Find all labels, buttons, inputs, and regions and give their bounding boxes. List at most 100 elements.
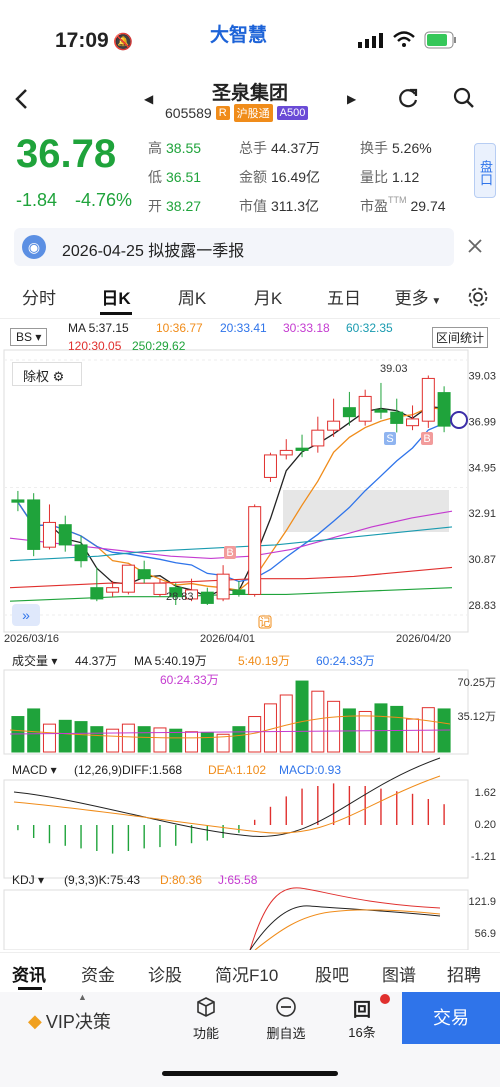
refresh-icon[interactable] [396, 86, 420, 115]
volume-dropdown[interactable]: 成交量 ▾ [12, 652, 57, 669]
pe-row: 市盈TTM 29.74 [360, 195, 446, 216]
function-button[interactable]: 功能 [186, 996, 226, 1042]
volume-bar [27, 708, 41, 753]
tab-f10[interactable]: 简况F10 [215, 961, 278, 986]
kdj-k: (9,3,3)K:75.43 [64, 873, 141, 887]
next-stock-icon[interactable]: ▶ [347, 92, 356, 106]
trade-button[interactable]: 交易 [402, 992, 500, 1044]
volume-bar [137, 726, 151, 753]
candle-body [106, 587, 120, 593]
vip-button[interactable]: ◆ VIP决策 [28, 1008, 111, 1034]
diamond-icon: ◆ [28, 1010, 42, 1031]
app-logo: 大智慧 [210, 25, 268, 46]
change-pct: -4.76% [75, 190, 133, 210]
candle-body [342, 407, 356, 418]
message-icon: 回 [353, 1000, 371, 1020]
settings-icon[interactable] [467, 286, 489, 313]
candle-body [74, 544, 88, 562]
tab-rik[interactable]: 日K [78, 284, 154, 309]
y-tick-label: 32.91 [468, 508, 496, 520]
volume-bar [90, 726, 104, 753]
expand-icon[interactable]: » [12, 604, 40, 626]
prev-stock-icon[interactable]: ◀ [144, 92, 153, 106]
home-indicator [162, 1071, 338, 1076]
y-tick-label: 28.83 [468, 600, 496, 612]
ma60-label: 60:32.35 [346, 321, 393, 335]
notice-text: 2026-04-25 拟披露一季报 [62, 243, 245, 260]
x-tick-label: 2026/04/01 [200, 633, 255, 645]
silent-icon: 🔕 [113, 34, 133, 51]
notice-bar[interactable]: ◉ 2026-04-25 拟披露一季报 [14, 228, 454, 266]
volume-bar [311, 690, 325, 753]
tab-wuri[interactable]: 五日 [306, 284, 382, 309]
high-value: 38.55 [166, 140, 202, 156]
volume-bar [390, 705, 404, 753]
x-tick-label: 2026/03/16 [4, 633, 59, 645]
candle-body [153, 582, 167, 595]
function-label: 功能 [192, 1026, 219, 1041]
close-notice-icon[interactable] [467, 238, 483, 259]
candle-body [216, 573, 230, 600]
kdj-dropdown[interactable]: KDJ ▾ [12, 873, 44, 887]
bs-dropdown[interactable]: BS ▾ [10, 328, 48, 346]
tab-forum[interactable]: 股吧 [315, 961, 349, 986]
note-marker-label: 记 [260, 616, 271, 629]
candle-body [295, 447, 309, 451]
tab-funds[interactable]: 资金 [81, 961, 115, 986]
sell-marker-label: S [386, 433, 393, 445]
info-tabs: 资讯 资金 诊股 简况F10 股吧 图谱 招聘 [0, 952, 500, 990]
vol-row: 总手 44.37万 [239, 138, 320, 158]
owl-icon: ◉ [22, 235, 46, 259]
ma250-label: 250:29.62 [132, 339, 186, 353]
x-tick-label: 2026/04/20 [396, 633, 451, 645]
kline-chart[interactable]: 39.03 36.99 34.95 32.91 30.87 28.83 2026/03/16… [0, 320, 500, 950]
volume-tick: 70.25万 [457, 677, 496, 689]
tab-news[interactable]: 资讯 [12, 961, 46, 986]
ma120-label: 120:30.05 [68, 339, 122, 353]
tab-fenshi[interactable]: 分时 [0, 284, 78, 309]
volume-bar [232, 726, 246, 753]
tab-graph[interactable]: 图谱 [382, 961, 416, 986]
candle-body [390, 411, 404, 424]
notification-dot [380, 994, 390, 1004]
volume-bar [279, 694, 293, 753]
y-tick-label: 39.03 [468, 371, 496, 383]
fq-button[interactable]: 除权 ⚙ [12, 362, 82, 386]
y-tick-label: 34.95 [468, 462, 496, 474]
macd-tick: 0.20 [475, 819, 496, 831]
mcap-label: 市值 [239, 198, 267, 214]
side-panel-button[interactable]: 盘口 [474, 143, 496, 198]
candle-body [42, 521, 56, 548]
macd-dropdown[interactable]: MACD ▾ [12, 763, 57, 777]
volume-bar [358, 710, 372, 753]
tab-diagnosis[interactable]: 诊股 [148, 961, 182, 986]
turn-value: 5.26% [392, 140, 432, 156]
signal-icon [358, 32, 386, 53]
remove-favorite-button[interactable]: 删自选 [262, 996, 310, 1042]
tab-zhouk[interactable]: 周K [154, 284, 230, 309]
active-tab-underline [100, 312, 132, 315]
volume-bar [200, 732, 214, 753]
tab-yuek[interactable]: 月K [230, 284, 306, 309]
volume-ma: MA 5:40.19万 [134, 654, 207, 668]
candle-body [358, 395, 372, 422]
divider [0, 318, 500, 319]
minus-circle-icon [276, 997, 296, 1017]
low-value: 36.51 [166, 169, 202, 185]
tab-jobs[interactable]: 招聘 [447, 961, 481, 986]
volume-bar [327, 700, 341, 753]
vr-label: 量比 [360, 169, 388, 185]
chevron-down-icon: ▼ [428, 295, 442, 307]
interval-stats-button[interactable]: 区间统计 [432, 327, 489, 348]
candle-body [58, 524, 72, 546]
search-icon[interactable] [452, 86, 476, 115]
vol-value: 44.37万 [271, 140, 321, 156]
tag-a500: A500 [276, 106, 309, 120]
messages-button[interactable]: 回 16条 [342, 996, 382, 1041]
tab-more[interactable]: 更多 ▼ [382, 284, 454, 309]
status-bar: 17:09 🔕 大智慧 [0, 0, 500, 68]
volume-bar [153, 727, 167, 753]
volume-value: 44.37万 [75, 654, 118, 668]
macd-diff: (12,26,9)DIFF:1.568 [74, 763, 183, 777]
current-price: 36.78 [16, 132, 117, 176]
